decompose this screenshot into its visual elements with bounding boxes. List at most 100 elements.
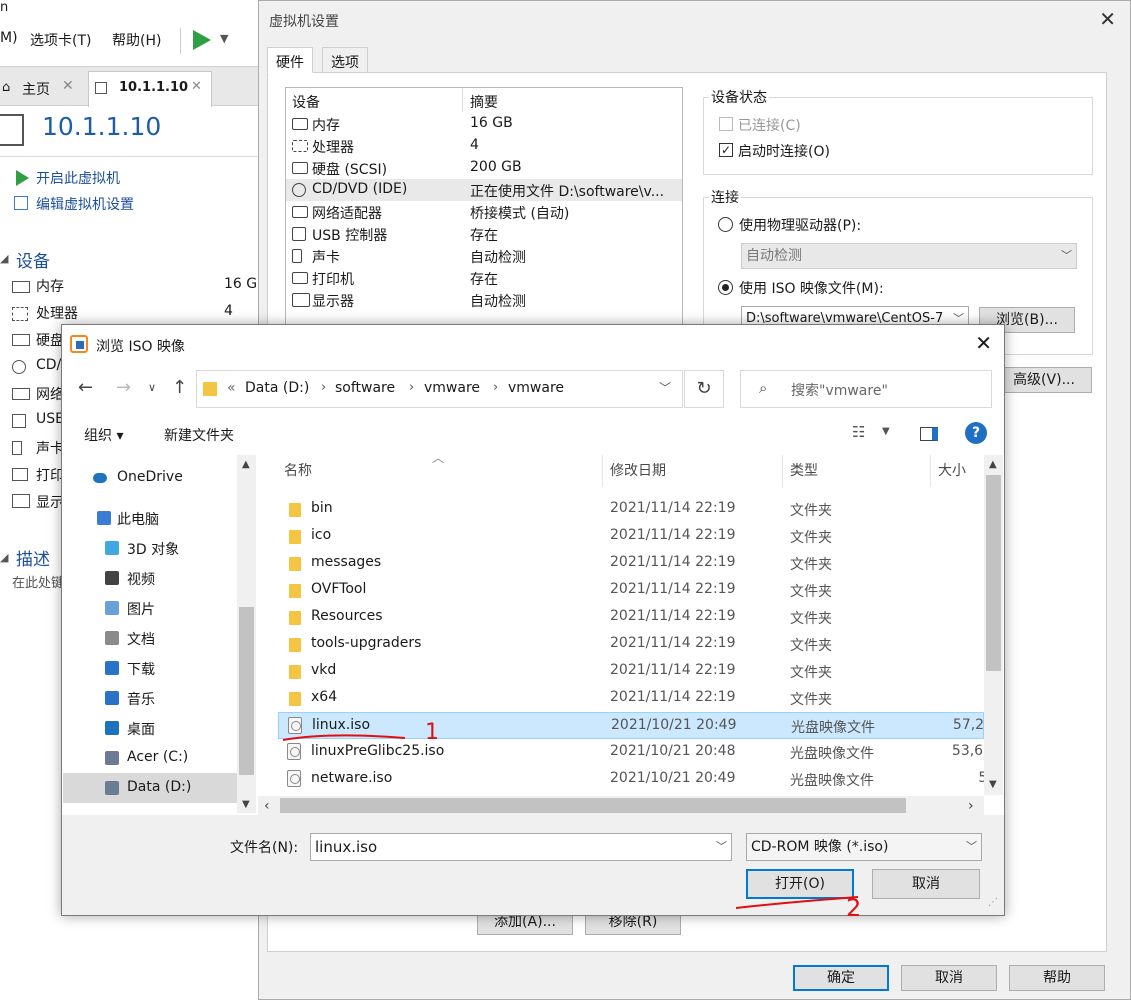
resize-grip-icon[interactable]: ⋰ [988, 897, 998, 908]
filename-input[interactable]: linux.iso ﹀ [310, 833, 732, 861]
device-row-network[interactable]: 网络适配器 桥接模式 (自动) [286, 201, 682, 223]
tab-home[interactable]: ⌂ 主页 ✕ [0, 71, 84, 107]
breadcrumb-vmware-current[interactable]: vmware [508, 380, 564, 396]
nav-onedrive[interactable]: OneDrive [63, 463, 238, 493]
power-on-link[interactable]: 开启此虚拟机 [36, 168, 120, 188]
device-row-sound[interactable]: 声卡 自动检测 [286, 245, 682, 267]
breadcrumb-vmware[interactable]: vmware [424, 380, 480, 396]
close-icon[interactable]: ✕ [62, 78, 74, 94]
nav-downloads[interactable]: 下载 [63, 653, 238, 683]
new-folder-button[interactable]: 新建文件夹 [164, 425, 234, 445]
tab-options[interactable]: 选项 [322, 47, 368, 73]
collapse-icon[interactable]: ◢ [0, 551, 8, 564]
nav-this-pc[interactable]: 此电脑 [63, 503, 238, 533]
file-row[interactable]: x64 2021/11/14 22:19 文件夹 [278, 685, 984, 712]
column-device[interactable]: 设备 [292, 92, 320, 112]
device-display[interactable]: 显示 [36, 492, 64, 512]
scroll-up-icon[interactable]: ▲ [242, 459, 250, 470]
device-disk[interactable]: 硬盘 [36, 330, 64, 350]
column-size[interactable]: 大小 [938, 460, 966, 480]
view-options-icon[interactable]: ☷ [852, 423, 865, 441]
recent-locations-icon[interactable]: ∨ [148, 381, 156, 394]
menu-help[interactable]: 帮助(H) [112, 30, 161, 50]
chevron-down-icon[interactable]: ﹀ [659, 379, 671, 396]
file-row[interactable]: linuxPreGlibc25.iso 2021/10/21 20:48 光盘映像文… [278, 739, 984, 766]
cancel-button[interactable]: 取消 [901, 965, 997, 991]
device-cd[interactable]: CD/ [36, 357, 61, 373]
file-row[interactable]: linux.iso 2021/10/21 20:49 光盘映像文件 57,24 [278, 712, 984, 739]
back-icon[interactable]: ← [78, 377, 93, 398]
file-row[interactable]: ico 2021/11/14 22:19 文件夹 [278, 523, 984, 550]
nav-drive-d[interactable]: Data (D:) [63, 773, 238, 803]
file-row[interactable]: tools-upgraders 2021/11/14 22:19 文件夹 [278, 631, 984, 658]
search-input[interactable]: ⌕ 搜索"vmware" [740, 370, 992, 408]
close-icon[interactable]: ✕ [1099, 7, 1116, 31]
device-row-printer[interactable]: 打印机 存在 [286, 267, 682, 289]
device-row-memory[interactable]: 内存 16 GB [286, 113, 682, 135]
iso-file-radio[interactable] [718, 280, 733, 295]
nav-documents[interactable]: 文档 [63, 623, 238, 653]
ok-button[interactable]: 确定 [793, 965, 889, 991]
scroll-right-icon[interactable]: › [968, 798, 974, 814]
power-on-icon[interactable] [193, 30, 211, 50]
nav-music[interactable]: 音乐 [63, 683, 238, 713]
column-type[interactable]: 类型 [790, 460, 818, 480]
connected-checkbox[interactable] [719, 117, 733, 131]
device-memory[interactable]: 内存 [36, 276, 64, 296]
forward-icon[interactable]: → [116, 377, 131, 398]
refresh-icon[interactable]: ↻ [684, 370, 724, 408]
edit-settings-link[interactable]: 编辑虚拟机设置 [36, 194, 134, 214]
advanced-button[interactable]: 高级(V)... [996, 367, 1092, 393]
breadcrumb-data-d[interactable]: Data (D:) [245, 380, 309, 396]
nav-3d-objects[interactable]: 3D 对象 [63, 533, 238, 563]
chevron-down-icon[interactable]: ▼ [220, 32, 228, 45]
tab-hardware[interactable]: 硬件 [267, 47, 313, 73]
device-row-disk[interactable]: 硬盘 (SCSI) 200 GB [286, 157, 682, 179]
file-scrollbar[interactable]: ▲ ▼ [984, 455, 1003, 795]
physical-drive-radio[interactable] [718, 217, 733, 232]
scroll-down-icon[interactable]: ▼ [989, 779, 997, 790]
scrollbar-thumb[interactable] [280, 798, 906, 813]
device-usb[interactable]: USE [36, 411, 64, 427]
nav-videos[interactable]: 视频 [63, 563, 238, 593]
chevron-down-icon[interactable]: ﹀ [713, 834, 727, 860]
preview-pane-icon[interactable] [920, 427, 938, 441]
file-row[interactable]: netware.iso 2021/10/21 20:49 光盘映像文件 5: [278, 766, 984, 793]
close-icon[interactable]: ✕ [191, 79, 202, 94]
device-printer[interactable]: 打印 [36, 465, 64, 485]
physical-drive-select[interactable]: 自动检测 ﹀ [741, 243, 1077, 269]
device-cpu[interactable]: 处理器 [36, 303, 78, 323]
nav-drive-c[interactable]: Acer (C:) [63, 743, 238, 773]
nav-scrollbar[interactable]: ▲ ▼ [237, 455, 256, 813]
device-row-cpu[interactable]: 处理器 4 [286, 135, 682, 157]
address-bar[interactable]: « Data (D:) › software › vmware › vmware… [196, 370, 683, 408]
file-row[interactable]: bin 2021/11/14 22:19 文件夹 [278, 496, 984, 523]
horizontal-scrollbar[interactable]: ‹ › [258, 796, 984, 815]
scrollbar-thumb[interactable] [239, 607, 254, 775]
breadcrumb-overflow[interactable]: « [227, 380, 236, 396]
help-button[interactable]: 帮助 [1009, 965, 1105, 991]
column-date[interactable]: 修改日期 [610, 460, 666, 480]
nav-pictures[interactable]: 图片 [63, 593, 238, 623]
column-name[interactable]: 名称 [284, 460, 312, 480]
nav-desktop[interactable]: 桌面 [63, 713, 238, 743]
open-button[interactable]: 打开(O) [746, 869, 854, 899]
file-row[interactable]: OVFTool 2021/11/14 22:19 文件夹 [278, 577, 984, 604]
menu-tabs[interactable]: 选项卡(T) [30, 30, 91, 50]
description-placeholder[interactable]: 在此处键 [12, 572, 64, 591]
file-row[interactable]: vkd 2021/11/14 22:19 文件夹 [278, 658, 984, 685]
cancel-button[interactable]: 取消 [872, 869, 980, 899]
device-row-cd[interactable]: CD/DVD (IDE) 正在使用文件 D:\software\v... [286, 179, 682, 201]
device-network[interactable]: 网络 [36, 384, 64, 404]
close-icon[interactable]: ✕ [975, 331, 992, 355]
column-summary[interactable]: 摘要 [470, 92, 498, 112]
menu-item[interactable]: M) [0, 30, 18, 46]
tab-vm[interactable]: 10.1.1.10 ✕ [88, 71, 212, 107]
connect-on-start-checkbox[interactable]: ✓ [719, 143, 733, 157]
device-row-display[interactable]: 显示器 自动检测 [286, 289, 682, 311]
scroll-down-icon[interactable]: ▼ [242, 799, 250, 810]
device-sound[interactable]: 声卡 [36, 438, 64, 458]
help-icon[interactable]: ? [965, 422, 987, 444]
chevron-down-icon[interactable]: ▼ [882, 426, 890, 437]
file-type-filter[interactable]: CD-ROM 映像 (*.iso) ﹀ [746, 833, 982, 861]
